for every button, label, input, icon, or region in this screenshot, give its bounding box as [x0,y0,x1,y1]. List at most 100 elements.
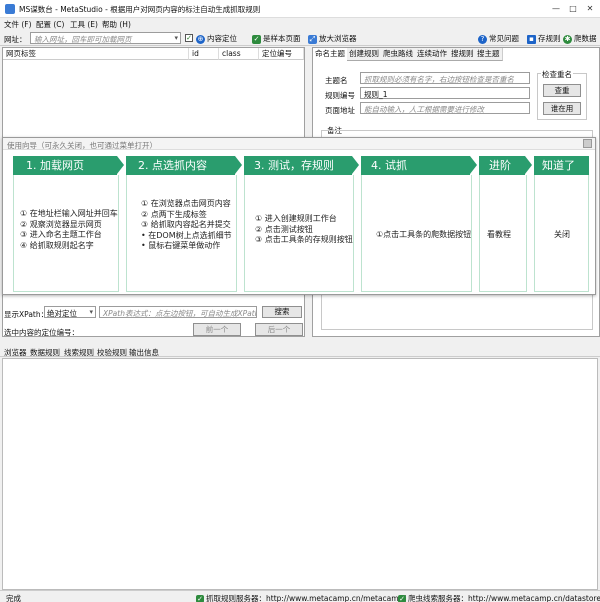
xpath-expression-placeholder: XPath表达式：点左边按钮，可自动生成XPath， [103,309,257,318]
tab-create-rule[interactable]: 创建规则 [347,48,382,61]
save-rule-button[interactable]: ▪ 存规则 [527,33,561,44]
tab-data-rules[interactable]: 数据规则 [30,347,60,358]
arrow-right-icon [352,156,359,174]
save-rule-label: 存规则 [538,34,561,43]
crawl-data-label: 爬数据 [574,34,597,43]
guide-step-got-it-header[interactable]: 知道了 [534,156,589,175]
chevron-down-icon[interactable]: ▾ [174,34,178,42]
theme-name-input[interactable]: 抓取规则必须有名字，右边按钮检查是否重名 [360,72,530,84]
rule-server-status: ✓ 抓取规则服务器：http://www.metacamp.cn/metacamp… [196,593,406,602]
arrow-right-icon [117,156,124,174]
guide-step-advanced-header[interactable]: 进阶 [479,156,525,175]
xpath-expression-input[interactable]: XPath表达式：点左边按钮，可自动生成XPath， [99,306,257,318]
xpath-mode-select[interactable]: 绝对定位 ▾ [44,306,96,318]
guide-step-6-lines: 关闭 [554,230,570,241]
rule-no-value: 规则_1 [364,90,388,99]
maximize-button[interactable]: □ [565,3,581,15]
guide-step-1-header: 1. 加载网页 [13,156,117,175]
selected-locate-label: 选中内容的定位编号： [4,328,79,337]
xpath-mode-value: 绝对定位 [47,309,77,318]
close-window-button[interactable]: ✕ [582,3,598,15]
next-button[interactable]: 后一个 [255,323,303,336]
arrow-right-icon [525,156,532,174]
arrow-right-icon [470,156,477,174]
tab-clue-rules[interactable]: 线索规则 [64,347,94,358]
faq-button[interactable]: ? 常见问题 [478,33,519,44]
crawl-data-button[interactable]: ✱ 爬数据 [563,33,597,44]
guide-line: ③ 给抓取内容起名并提交 [141,220,231,229]
clue-server-text: 爬虫线索服务器：http://www.metacamp.cn/datastore… [408,594,600,602]
query-duplicate-button[interactable]: 查重 [543,84,581,97]
close-guide-link[interactable]: 关闭 [554,230,570,241]
browser-view[interactable] [2,358,598,590]
locate-label: 内容定位 [207,34,237,43]
faq-label: 常见问题 [489,34,519,43]
save-icon: ▪ [527,34,536,44]
rule-no-label: 规则编号 [325,91,355,100]
tab-continuous-action[interactable]: 连续动作 [415,48,450,61]
guide-close-icon[interactable] [583,139,592,148]
guide-line: ② 观察浏览器显示网页 [20,219,102,229]
guide-step-2-lines: ① 在浏览器点击网页内容 ② 点两下生成标签 ③ 给抓取内容起名并提交 • 在D… [141,199,232,252]
guide-step-got-it-title: 知道了 [542,159,575,172]
sample-page-toggle[interactable]: ✓ 是样本页面 [252,33,301,44]
locate-checkbox[interactable]: ✓ [185,34,193,42]
column-header-tag[interactable]: 网页标签 [3,48,189,60]
window-title: MS谋数台 - MetaStudio - 根据用户对网页内容的标注自动生成抓取规… [19,5,261,14]
tab-crawler-route[interactable]: 爬虫路线 [381,48,416,61]
clue-server-status: ✓ 爬虫线索服务器：http://www.metacamp.cn/datastor… [398,593,600,602]
locate-button[interactable]: ⊕ 内容定位 [196,33,237,44]
guide-step-4-body: ①点击工具条的爬数据按钮 [361,175,472,292]
column-header-locate-no[interactable]: 定位编号 [259,48,304,60]
guide-step-got-it-body[interactable]: 关闭 [534,175,589,292]
help-icon: ? [478,34,487,44]
status-text: 完成 [6,594,21,602]
menu-config[interactable]: 配置 (C) [36,19,64,30]
minimize-button[interactable]: — [548,3,564,15]
address-label: 网址： [4,35,27,44]
tab-name-theme[interactable]: 命名主题 [313,48,348,61]
chevron-down-icon[interactable]: ▾ [89,308,93,316]
guide-step-advanced-body[interactable]: 看教程 [479,175,527,292]
guide-step-2-title: 2. 点选抓内容 [138,159,207,172]
guide-line: ① 进入创建规则工作台 [255,214,337,223]
theme-name-label: 主题名 [325,76,348,85]
tab-output-info[interactable]: 输出信息 [129,347,159,358]
rule-no-input[interactable]: 规则_1 [360,87,530,99]
menu-file[interactable]: 文件 (F) [4,19,32,30]
xpath-bar: 显示XPath： 绝对定位 ▾ XPath表达式：点左边按钮，可自动生成XPat… [2,305,305,320]
sample-page-label: 是样本页面 [263,34,301,43]
xpath-search-button[interactable]: 搜索 [262,306,302,318]
tab-validate-rules[interactable]: 校验规则 [97,347,127,358]
app-logo-icon [5,4,15,14]
guide-line: • 在DOM树上点选抓细节 [141,230,232,240]
tab-browser[interactable]: 浏览器 [4,347,27,358]
status-bar: 完成 ✓ 抓取规则服务器：http://www.metacamp.cn/metac… [0,590,600,602]
locate-icon: ⊕ [196,34,205,44]
guide-line: ② 点击测试按钮 [255,224,313,234]
menu-help[interactable]: 帮助 (H) [102,19,131,30]
tab-search-rule[interactable]: 搜规则 [449,48,477,61]
toolbar: 网址： 输入网址，回车即可加载网页 ▾ ✓ ⊕ 内容定位 ✓ 是样本页面 ⤢ 放大浏览… [0,30,600,46]
guide-step-5-lines: 看教程 [487,230,511,241]
page-address-label: 页面地址 [325,106,355,115]
who-uses-button[interactable]: 谁在用 [543,102,581,115]
view-tutorial-link[interactable]: 看教程 [487,230,511,241]
check-duplicate-label: 检查重名 [541,69,573,80]
guide-step-4-title: 4. 试抓 [371,159,407,172]
tab-search-theme[interactable]: 搜主题 [475,48,503,61]
guide-line: ① 在浏览器点击网页内容 [141,199,231,208]
xpath-show-label: 显示XPath： [4,310,49,319]
menu-tools[interactable]: 工具 (E) [70,19,98,30]
previous-button[interactable]: 前一个 [193,323,241,336]
guide-step-3-header: 3. 测试，存规则 [244,156,352,175]
theme-name-placeholder: 抓取规则必须有名字，右边按钮检查是否重名 [364,75,514,84]
guide-note: 使用向导（可永久关闭，也可通过菜单打开） [7,141,157,150]
zoom-browser-button[interactable]: ⤢ 放大浏览器 [308,33,357,44]
address-input[interactable]: 输入网址，回车即可加载网页 ▾ [30,32,181,44]
column-header-class[interactable]: class [219,48,259,60]
crawler-icon: ✱ [563,34,572,44]
column-header-id[interactable]: id [189,48,219,60]
page-address-input[interactable]: 能自动输入，人工根据需要进行修改 [360,102,530,114]
check-icon: ✓ [398,595,406,602]
